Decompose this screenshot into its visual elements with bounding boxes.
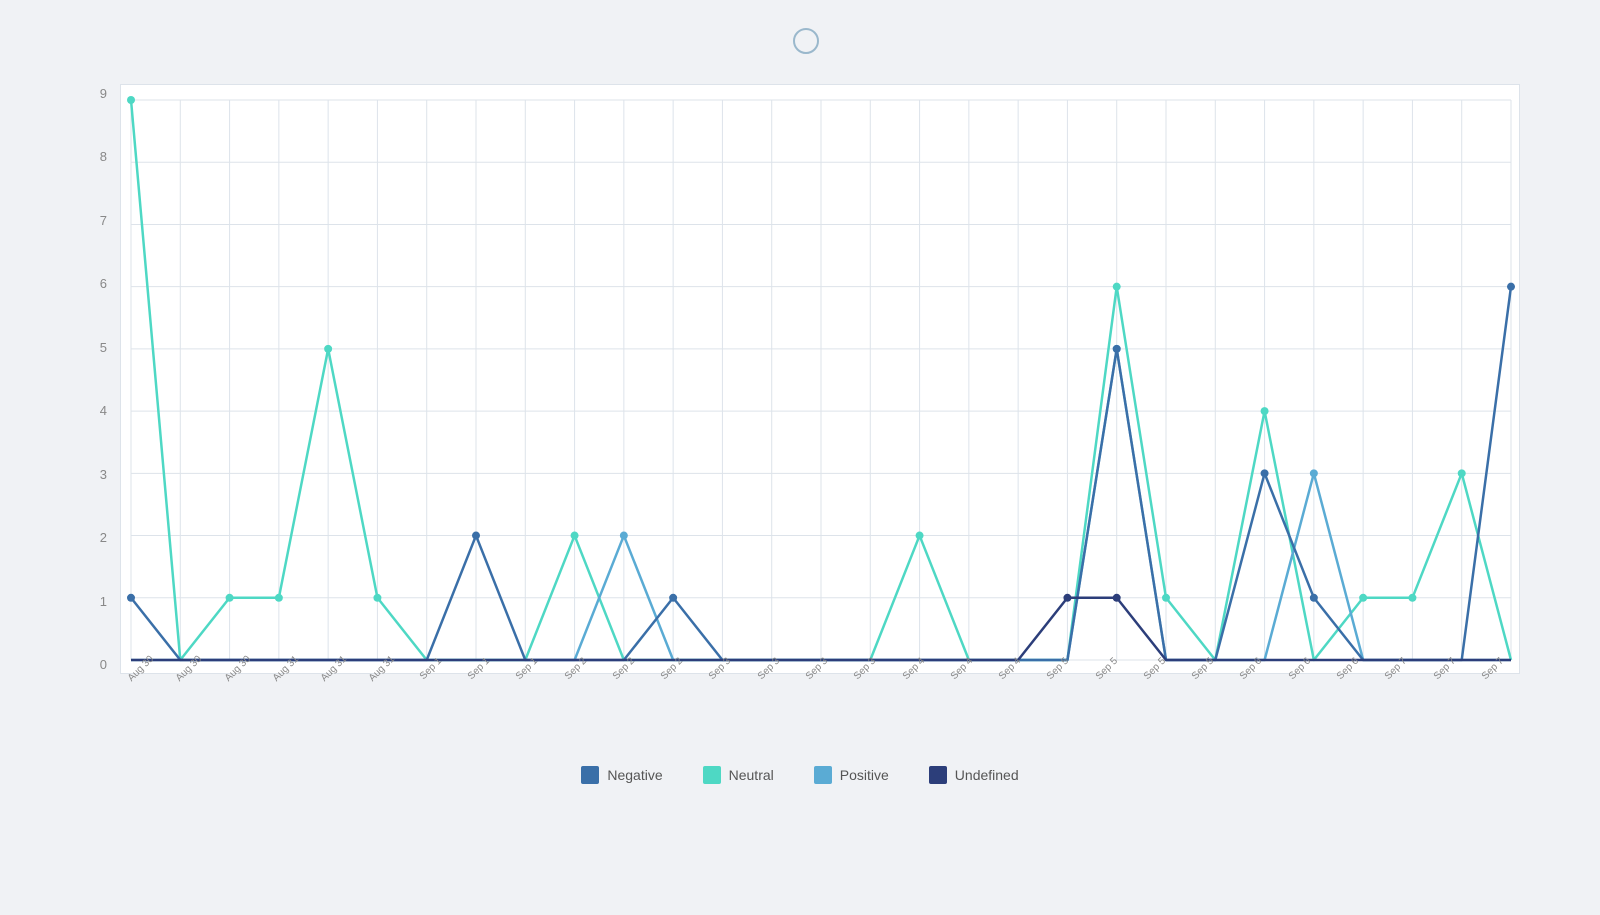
legend-label: Negative	[607, 767, 662, 783]
y-axis-label: 5	[100, 340, 107, 355]
legend-label: Positive	[840, 767, 889, 783]
y-axis: 0 1 2 3 4 5 6 7 8 9	[60, 84, 115, 674]
legend-color-box	[929, 766, 947, 784]
help-icon[interactable]	[793, 28, 819, 54]
y-axis-label: 8	[100, 149, 107, 164]
chart-area	[120, 84, 1520, 674]
legend-item: Undefined	[929, 766, 1019, 784]
y-axis-label: 4	[100, 403, 107, 418]
page-title	[781, 28, 819, 54]
legend-item: Positive	[814, 766, 889, 784]
legend-item: Neutral	[703, 766, 774, 784]
legend-color-box	[703, 766, 721, 784]
legend: Negative Neutral Positive Undefined	[581, 766, 1018, 784]
y-axis-label: 1	[100, 594, 107, 609]
legend-color-box	[581, 766, 599, 784]
y-axis-label: 6	[100, 276, 107, 291]
y-axis-label: 9	[100, 86, 107, 101]
legend-label: Neutral	[729, 767, 774, 783]
y-axis-label: 3	[100, 467, 107, 482]
x-axis: Aug 30Aug 30Aug 30Aug 31Aug 31Aug 31Sep …	[120, 674, 1520, 754]
chart-container: 0 1 2 3 4 5 6 7 8 9 Aug 30Aug 30Aug 30Aug 31Aug 3…	[60, 74, 1540, 754]
y-axis-label: 2	[100, 530, 107, 545]
legend-item: Negative	[581, 766, 662, 784]
legend-label: Undefined	[955, 767, 1019, 783]
y-axis-label: 0	[100, 657, 107, 672]
y-axis-label: 7	[100, 213, 107, 228]
legend-color-box	[814, 766, 832, 784]
